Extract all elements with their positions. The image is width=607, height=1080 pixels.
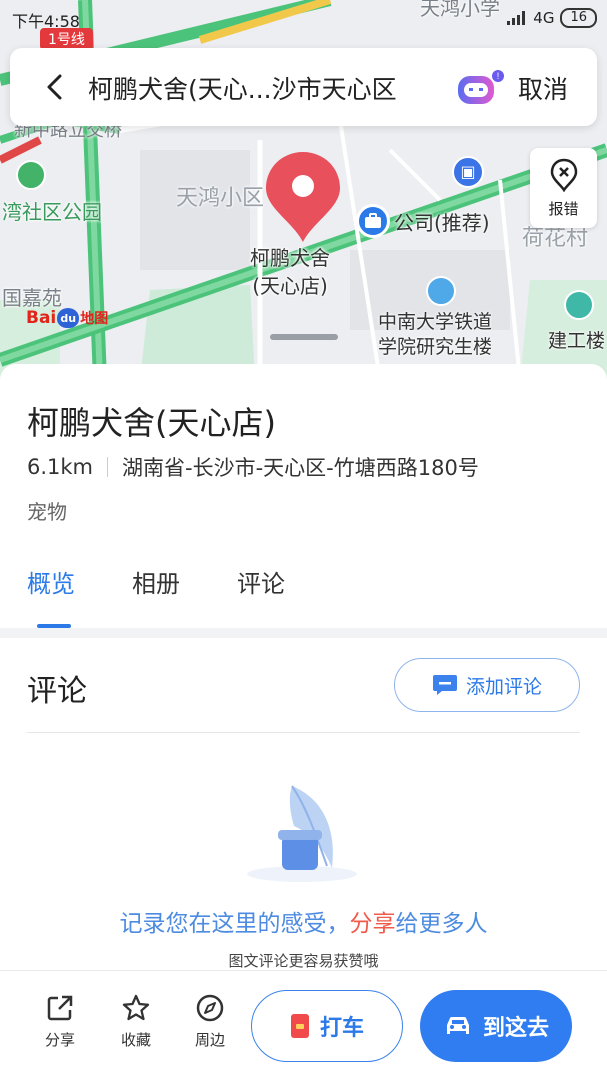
report-pin-icon	[550, 158, 577, 193]
go-there-label: 到这去	[482, 1016, 549, 1041]
status-right: 4G 16	[507, 8, 597, 28]
college-poi-icon[interactable]	[426, 276, 456, 306]
assistant-robot-icon[interactable]: !	[454, 68, 506, 108]
empty-reviews-subtext: 图文评论更容易获赞哦	[228, 952, 379, 970]
report-label: 报错	[548, 200, 579, 218]
reviews-divider	[27, 732, 580, 733]
bottom-action-bar: 分享 收藏 周边 打车 到这去	[0, 970, 607, 1080]
star-icon	[122, 994, 150, 1021]
favorite-button[interactable]: 收藏	[106, 993, 166, 1050]
place-distance: 6.1km	[27, 455, 94, 479]
map-label-railway-college-line1: 中南大学铁道	[378, 311, 493, 333]
back-arrow-icon[interactable]	[40, 72, 70, 102]
place-meta: 6.1km 湖南省-长沙市-天心区-竹塘西路180号	[27, 452, 479, 482]
share-icon	[47, 995, 73, 1021]
empty-msg-part2: 给更多人	[395, 911, 488, 937]
taxi-label: 打车	[319, 1016, 364, 1041]
pin-label-line2: (天心店)	[252, 274, 328, 298]
nearby-label: 周边	[194, 1031, 225, 1049]
map-label-railway-college-line2: 学院研究生楼	[378, 336, 493, 358]
share-button[interactable]: 分享	[30, 993, 90, 1050]
compass-icon	[196, 994, 224, 1022]
empty-reviews-message: 记录您在这里的感受，分享给更多人	[0, 904, 607, 938]
empty-msg-highlight: 分享	[349, 911, 396, 937]
tab-overview[interactable]: 概览	[27, 564, 75, 599]
nearby-button[interactable]: 周边	[180, 993, 240, 1050]
bus-stop-icon[interactable]: ▣	[452, 156, 484, 188]
taxi-button[interactable]: 打车	[251, 990, 403, 1062]
building-poi-icon[interactable]	[564, 290, 594, 320]
battery-indicator: 16	[560, 8, 597, 28]
baidu-logo-suffix: 地图	[80, 311, 109, 327]
location-pin-icon[interactable]	[263, 150, 343, 245]
tab-album[interactable]: 相册	[132, 564, 180, 599]
company-poi[interactable]: 公司(推荐)	[356, 204, 490, 238]
go-there-button[interactable]: 到这去	[420, 990, 572, 1062]
add-review-button[interactable]: 添加评论	[394, 658, 580, 712]
section-divider	[0, 628, 607, 638]
cancel-button[interactable]: 取消	[518, 70, 568, 106]
map-label-railway-college[interactable]: 中南大学铁道 学院研究生楼	[378, 310, 492, 360]
search-query-text[interactable]: 柯鹏犬舍(天心...沙市天心区	[88, 70, 397, 106]
status-time: 下午4:58	[12, 12, 80, 31]
map-label-garden[interactable]: 国嘉苑	[2, 282, 62, 311]
map-label-building[interactable]: 建工楼	[548, 326, 605, 353]
signal-icon	[507, 11, 526, 25]
feather-pen-illustration	[247, 785, 357, 882]
detail-tabs: 概览 相册 评论	[0, 564, 607, 628]
sheet-drag-handle[interactable]	[270, 334, 338, 340]
empty-msg-part1: 记录您在这里的感受，	[119, 911, 350, 937]
report-error-button[interactable]: 报错	[530, 148, 597, 228]
car-icon	[446, 1016, 469, 1034]
comment-icon	[432, 675, 457, 695]
svg-text:!: !	[497, 71, 500, 81]
pin-label: 柯鹏犬舍 (天心店)	[250, 244, 330, 300]
share-label: 分享	[44, 1031, 75, 1049]
place-category: 宠物	[27, 500, 67, 524]
place-address[interactable]: 湖南省-长沙市-天心区-竹塘西路180号	[122, 452, 479, 482]
search-bar[interactable]: 柯鹏犬舍(天心...沙市天心区 ! 取消	[10, 48, 597, 126]
baidu-map-logo: Bai du 地图	[26, 308, 109, 328]
park-poi-icon[interactable]	[16, 160, 46, 190]
taxi-envelope-icon	[290, 1014, 309, 1038]
map-label-park[interactable]: 湾社区公园	[2, 196, 102, 225]
map-label-community[interactable]: 天鸿小区	[176, 180, 264, 212]
network-type: 4G	[533, 9, 555, 27]
pin-label-line1: 柯鹏犬舍	[250, 246, 330, 270]
briefcase-icon	[356, 204, 390, 238]
favorite-label: 收藏	[120, 1031, 151, 1049]
meta-separator	[107, 457, 109, 477]
reviews-heading: 评论	[27, 674, 87, 709]
add-review-label: 添加评论	[465, 675, 542, 698]
place-name: 柯鹏犬舍(天心店)	[27, 404, 276, 442]
company-poi-label: 公司(推荐)	[394, 210, 490, 235]
status-bar: 下午4:58 4G 16	[0, 0, 607, 34]
tab-reviews[interactable]: 评论	[237, 564, 285, 599]
